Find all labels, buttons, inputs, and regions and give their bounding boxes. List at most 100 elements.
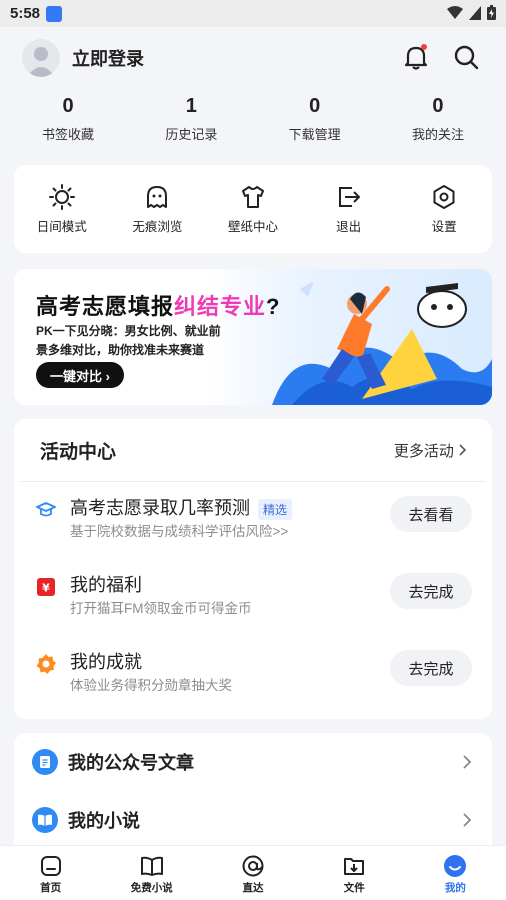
promo-banner[interactable]: 高考志愿填报纠结专业? PK一下见分晓：男女比例、就业前 景多维对比，助你找准未…	[14, 269, 492, 405]
home-icon	[40, 856, 61, 876]
activity-item-title: 高考志愿录取几率预测 精选	[70, 494, 293, 520]
list-item-label: 我的小说	[68, 811, 140, 831]
yen-icon: ¥	[37, 578, 55, 596]
profile-header: 立即登录	[0, 27, 506, 89]
activity-action-button[interactable]: 去完成	[390, 650, 472, 686]
article-icon-wrap	[32, 749, 58, 775]
graduation-cap-icon	[36, 502, 56, 517]
status-bar: 5:58	[0, 0, 506, 27]
banner-title-main: 高考志愿填报	[36, 294, 175, 319]
tools-card: 日间模式 无痕浏览 壁纸中心 退出 设置	[14, 165, 492, 253]
list-item-novels[interactable]: 我的小说	[14, 791, 492, 849]
at-icon	[242, 855, 264, 877]
tool-label: 退出	[336, 219, 362, 234]
tool-label: 无痕浏览	[132, 219, 183, 234]
stats-row: 0 书签收藏 1 历史记录 0 下载管理 0 我的关注	[0, 89, 506, 151]
wifi-icon	[447, 5, 463, 19]
stat-value: 0	[432, 95, 444, 117]
activity-card: 活动中心 更多活动 高考志愿录取几率预测 精选 基于院校数据与成绩科学评估风险>>…	[14, 419, 492, 719]
chevron-right-icon	[463, 813, 472, 827]
tab-label: 文件	[343, 882, 365, 894]
tool-label: 设置	[431, 219, 457, 234]
stat-bookmarks[interactable]: 0 书签收藏	[18, 95, 118, 151]
medal-icon	[36, 654, 56, 674]
status-indicators	[447, 5, 496, 20]
list-item-label: 我的公众号文章	[68, 753, 194, 773]
smile-icon	[444, 855, 467, 877]
tab-mine[interactable]: 我的	[405, 846, 506, 900]
tool-wallpaper[interactable]: 壁纸中心	[213, 184, 293, 235]
tab-label: 首页	[40, 882, 62, 894]
search-button[interactable]	[452, 43, 480, 71]
sun-icon	[48, 183, 75, 210]
stat-following[interactable]: 0 我的关注	[388, 95, 488, 151]
activity-item-desc: 体验业务得积分勋章抽大奖	[70, 678, 232, 693]
tab-label: 直达	[242, 882, 264, 894]
list-item-articles[interactable]: 我的公众号文章	[14, 733, 492, 791]
signal-icon	[469, 5, 481, 20]
folder-download-icon	[344, 858, 365, 875]
shirt-icon	[241, 185, 264, 208]
app-notification-icon	[46, 5, 63, 22]
ghost-icon	[147, 185, 168, 208]
login-link[interactable]: 立即登录	[72, 45, 144, 71]
more-activities-label: 更多活动	[393, 442, 454, 460]
avatar-person-icon	[27, 47, 55, 77]
activity-item-desc: 打开猫耳FM领取金币可得金币	[70, 601, 252, 616]
tool-day-mode[interactable]: 日间模式	[22, 183, 102, 235]
bottom-tab-bar: 首页 免费小说 直达 文件 我的	[0, 845, 506, 900]
header-actions	[402, 43, 480, 71]
stat-label: 历史记录	[165, 127, 218, 142]
tool-exit[interactable]: 退出	[309, 184, 389, 235]
tool-label: 日间模式	[36, 219, 87, 234]
banner-illustration	[272, 281, 492, 405]
open-book-icon	[140, 856, 163, 876]
tab-home[interactable]: 首页	[0, 846, 101, 900]
stat-label: 我的关注	[411, 127, 464, 142]
exit-icon	[338, 186, 360, 207]
activity-item[interactable]: 高考志愿录取几率预测 精选 基于院校数据与成绩科学评估风险>> 去看看	[14, 482, 492, 559]
stat-label: 书签收藏	[41, 127, 94, 142]
book-icon	[38, 814, 52, 826]
banner-title-highlight: 纠结专业	[174, 294, 267, 319]
activity-action-button[interactable]: 去完成	[390, 573, 472, 609]
tool-label: 壁纸中心	[227, 219, 278, 234]
activity-item-title-text: 高考志愿录取几率预测	[70, 498, 250, 518]
tab-label: 我的	[444, 882, 466, 894]
activity-item-desc: 基于院校数据与成绩科学评估风险>>	[70, 524, 289, 539]
compare-button[interactable]: 一键对比 ›	[36, 362, 124, 388]
more-activities-link[interactable]: 更多活动	[393, 440, 467, 461]
stat-history[interactable]: 1 历史记录	[141, 95, 241, 151]
avatar[interactable]	[22, 39, 60, 77]
tab-free-novels[interactable]: 免费小说	[101, 846, 202, 900]
tool-settings[interactable]: 设置	[404, 184, 484, 235]
activity-item[interactable]: ¥ 我的福利 打开猫耳FM领取金币可得金币 去完成	[14, 559, 492, 636]
tool-incognito[interactable]: 无痕浏览	[117, 184, 197, 235]
tab-label: 免费小说	[130, 882, 173, 894]
search-icon	[454, 45, 479, 70]
featured-tag: 精选	[258, 498, 293, 520]
notification-button[interactable]	[402, 43, 430, 71]
tab-files[interactable]: 文件	[304, 846, 405, 900]
stat-label: 下载管理	[288, 127, 341, 142]
banner-subtitle-2: 景多维对比，助你找准未来赛道	[36, 343, 205, 357]
activity-action-button[interactable]: 去看看	[390, 496, 472, 532]
activity-header: 活动中心 更多活动	[20, 419, 486, 482]
stat-value: 0	[309, 95, 321, 117]
stat-value: 1	[185, 95, 197, 117]
battery-icon	[487, 5, 496, 20]
banner-title: 高考志愿填报纠结专业?	[36, 289, 280, 321]
chevron-right-icon	[459, 443, 467, 456]
activity-title: 活动中心	[40, 441, 117, 463]
article-icon	[40, 756, 50, 768]
stat-downloads[interactable]: 0 下载管理	[265, 95, 365, 151]
status-time: 5:58	[10, 5, 41, 22]
tab-direct[interactable]: 直达	[202, 846, 303, 900]
activity-item-title: 我的福利	[70, 575, 142, 595]
stat-value: 0	[62, 95, 74, 117]
svg-text:¥: ¥	[42, 582, 50, 595]
activity-item[interactable]: 我的成就 体验业务得积分勋章抽大奖 去完成	[14, 636, 492, 713]
bell-icon	[404, 44, 428, 70]
activity-item-title: 我的成就	[70, 652, 142, 672]
gear-icon	[433, 184, 455, 209]
